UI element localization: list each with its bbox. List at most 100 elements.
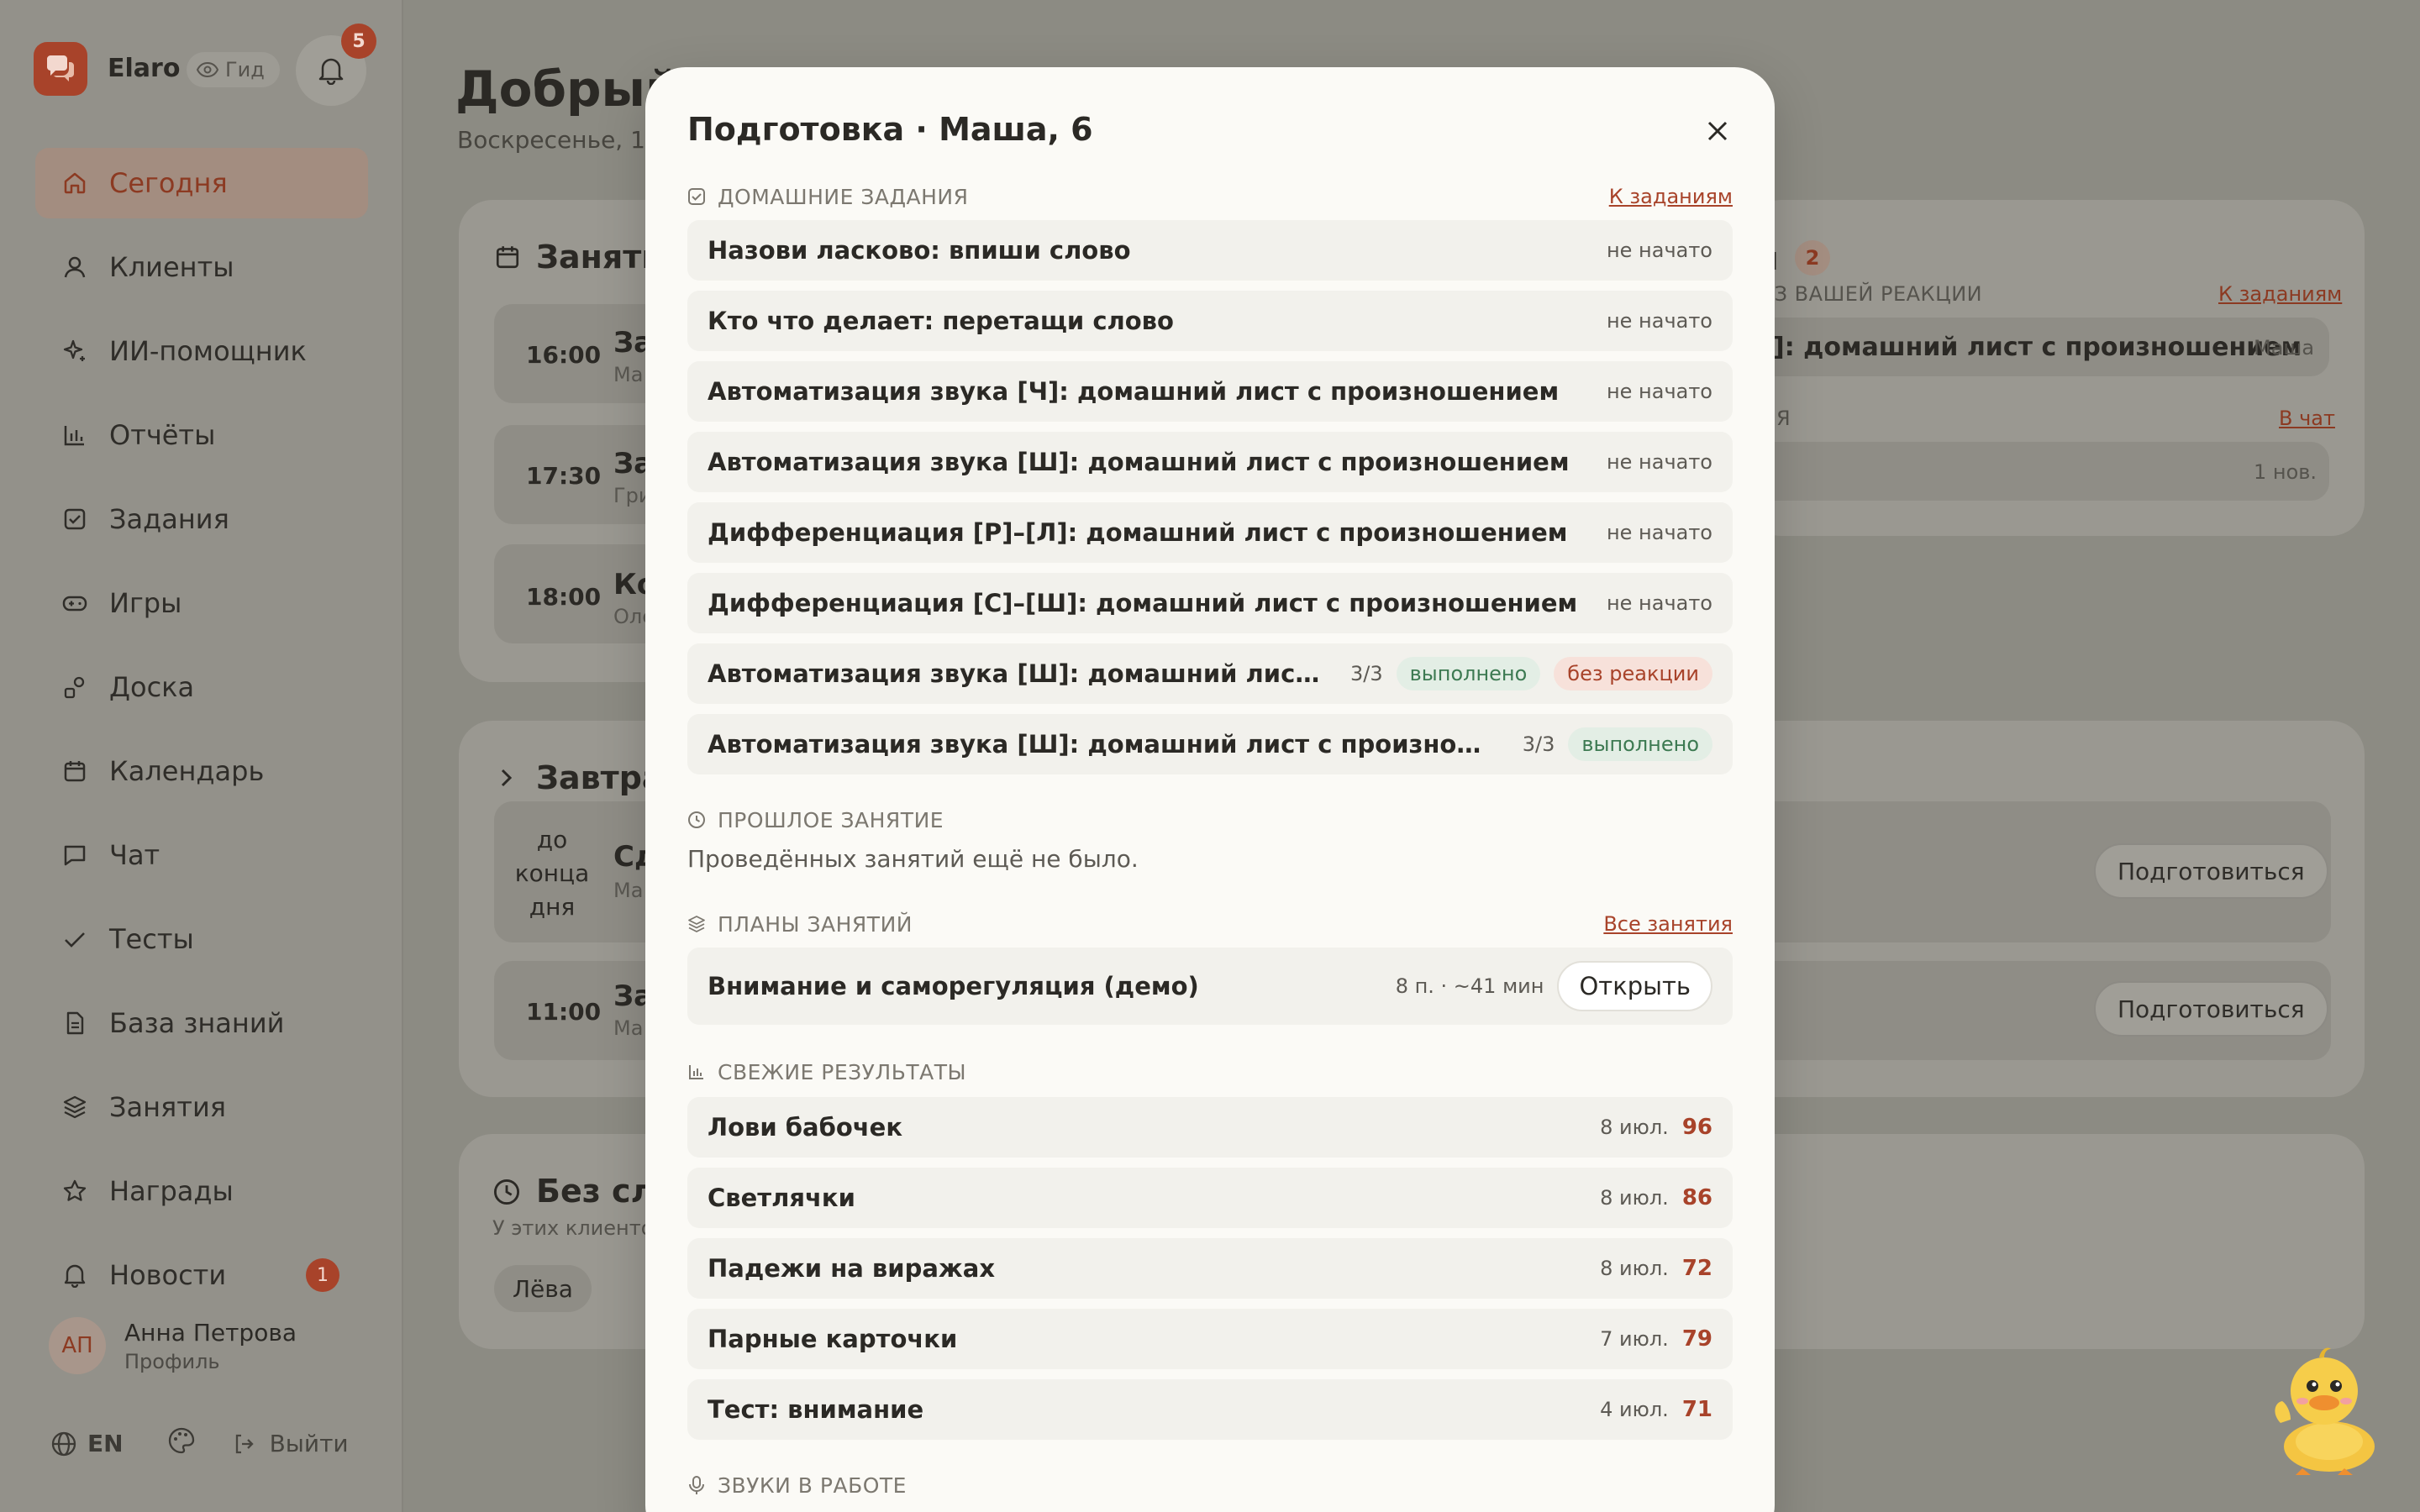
homework-status: не начато [1606,309,1712,333]
result-title: Светлячки [708,1184,855,1212]
modal-title: Подготовка · Маша, 6 [687,111,1093,148]
to-tasks-link[interactable]: К заданиям [2218,282,2342,306]
logo-icon[interactable] [34,42,87,96]
homework-item[interactable]: Автоматизация звука [Ш]: домашний лист с… [687,643,1733,704]
result-item[interactable]: Светлячки 8 июл. 86 [687,1168,1733,1228]
tomorrow-time: до конца дня [514,826,590,921]
homework-title: Кто что делает: перетащи слово [708,307,1174,335]
theme-button[interactable] [167,1426,196,1461]
result-date: 4 июл. [1600,1398,1669,1421]
homework-status: не начато [1606,450,1712,474]
sidebar-item-label: Сегодня [109,167,228,199]
session-time: 17:30 [526,462,602,490]
guide-toggle[interactable]: Гид [187,52,280,87]
homework-progress: 3/3 [1350,662,1383,685]
sidebar-item-ai-assistant[interactable]: ИИ-помощник [35,316,368,386]
chat-row[interactable] [1756,442,2329,501]
sidebar-item-knowledge-base[interactable]: База знаний [35,988,368,1058]
past-session-heading: ПРОШЛОЕ ЗАНЯТИЕ [687,803,944,837]
chevron-right-icon[interactable] [496,766,516,790]
prepare-button[interactable]: Подготовиться [2094,981,2328,1037]
globe-icon [51,1431,76,1456]
profile-name: Анна Петрова [124,1318,297,1347]
plan-item[interactable]: Внимание и саморегуляция (демо) 8 п. · ~… [687,948,1733,1025]
result-item[interactable]: Лови бабочек 8 июл. 96 [687,1097,1733,1158]
checkbox-icon [688,188,705,205]
brand-name: Elaro [108,54,181,83]
status-badge-no-reaction: без реакции [1554,657,1712,690]
homework-status: не начато [1606,521,1712,544]
sidebar-item-lessons[interactable]: Занятия [35,1072,368,1142]
past-session-heading-label: ПРОШЛОЕ ЗАНЯТИЕ [718,807,944,832]
homework-title: Автоматизация звука [Ч]: домашний лист с… [708,377,1560,406]
sidebar-item-today[interactable]: Сегодня [35,148,368,218]
sidebar-item-calendar[interactable]: Календарь [35,736,368,806]
result-title: Тест: внимание [708,1395,924,1424]
logout-label: Выйти [269,1430,349,1457]
tomorrow-title: Завтра [536,759,664,796]
sidebar-item-chat[interactable]: Чат [35,820,368,890]
profile-link[interactable]: АП Анна Петрова Профиль [49,1317,297,1374]
open-plan-button[interactable]: Открыть [1557,961,1712,1011]
status-badge-done: выполнено [1568,727,1712,761]
result-score: 96 [1681,1115,1712,1140]
homework-status: не начато [1606,239,1712,262]
result-item[interactable]: Тест: внимание 4 июл. 71 [687,1379,1733,1440]
plans-heading-label: ПЛАНЫ ЗАНЯТИЙ [718,911,913,937]
homework-status: не начато [1606,380,1712,403]
to-tasks-link[interactable]: К заданиям [1609,185,1733,208]
bar-chart-icon [689,1065,703,1079]
microphone-icon [689,1476,704,1494]
calendar-icon [64,761,86,782]
homework-item[interactable]: Автоматизация звука [Ч]: домашний лист с… [687,361,1733,422]
plan-meta: 8 п. · ~41 мин [1395,974,1544,998]
user-icon [64,256,86,278]
profile-sub: Профиль [124,1349,220,1373]
shapes-icon [64,676,85,699]
homework-title: Автоматизация звука [Ш]: домашний лист с… [708,448,1570,476]
homework-progress: 3/3 [1522,732,1555,756]
homework-item[interactable]: Назови ласково: впиши слово не начато [687,220,1733,281]
bar-chart-icon [64,426,84,446]
home-icon [64,172,86,194]
to-chat-link[interactable]: В чат [2279,407,2335,430]
close-button[interactable] [1699,113,1736,150]
eye-icon [197,62,218,77]
client-chip[interactable]: Лёва [494,1265,592,1312]
sparkle-icon [63,339,85,361]
result-date: 8 июл. [1600,1116,1669,1139]
sidebar-item-tests[interactable]: Тесты [35,904,368,974]
sidebar-item-reports[interactable]: Отчёты [35,400,368,470]
sidebar-item-tasks[interactable]: Задания [35,484,368,554]
layers-icon [688,916,705,932]
calendar-icon [496,246,519,269]
sidebar-item-label: Задания [109,503,229,535]
result-item[interactable]: Падежи на виражах 8 июл. 72 [687,1238,1733,1299]
homework-item[interactable]: Дифференциация [Р]–[Л]: домашний лист с … [687,502,1733,563]
sidebar-item-rewards[interactable]: Награды [35,1156,368,1226]
homework-item[interactable]: Автоматизация звука [Ш]: домашний лист с… [687,714,1733,774]
result-item[interactable]: Парные карточки 7 июл. 79 [687,1309,1733,1369]
sidebar-item-board[interactable]: Доска [35,652,368,722]
layers-icon [63,1095,87,1119]
homework-item[interactable]: Дифференциация [С]–[Ш]: домашний лист с … [687,573,1733,633]
language-switch[interactable]: EN [50,1430,124,1457]
logout-button[interactable]: Выйти [233,1430,349,1457]
all-lessons-link[interactable]: Все занятия [1603,912,1733,936]
homework-title: Назови ласково: впиши слово [708,236,1131,265]
duck-mascot-icon[interactable] [2269,1342,2386,1477]
homework-item[interactable]: Автоматизация звука [Ш]: домашний лист с… [687,432,1733,492]
session-time: 18:00 [526,583,602,611]
result-title: Падежи на виражах [708,1254,996,1283]
result-score: 71 [1681,1397,1712,1422]
sidebar-item-news[interactable]: Новости 1 [35,1240,368,1310]
homework-item[interactable]: Кто что делает: перетащи слово не начато [687,291,1733,351]
prepare-button[interactable]: Подготовиться [2094,843,2328,899]
sidebar-item-clients[interactable]: Клиенты [35,232,368,302]
language-label: EN [87,1430,124,1457]
result-date: 7 июл. [1600,1327,1669,1351]
sidebar-item-label: Доска [109,671,195,703]
no-sessions-sub: У этих клиентов [492,1216,666,1240]
sidebar-item-games[interactable]: Игры [35,568,368,638]
result-date: 8 июл. [1600,1257,1669,1280]
